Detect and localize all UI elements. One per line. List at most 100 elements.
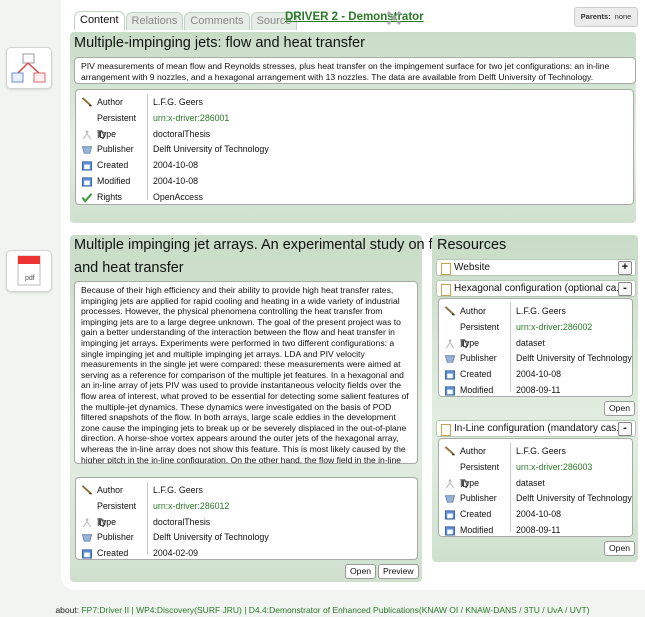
publication-2-title-line2: and heat transfer: [74, 260, 184, 276]
metadata-value: OpenAccess: [153, 191, 203, 202]
calendar-icon: [444, 510, 456, 520]
metadata-value: doctoralThesis: [153, 128, 211, 139]
metadata-key-label: Modified: [460, 385, 494, 395]
tab-relations[interactable]: Relations: [125, 12, 184, 30]
persistent-id-link[interactable]: urn:x-driver:286001: [153, 110, 229, 127]
calendar-icon: [444, 386, 456, 396]
metadata-row: Type dataset: [439, 335, 632, 352]
resource-website[interactable]: Website +: [436, 259, 636, 276]
resource-hexagonal-label: Hexagonal configuration (optional ca...: [454, 283, 625, 294]
persistent-id-link[interactable]: urn:x-driver:286002: [516, 319, 592, 336]
publication-1-abstract: PIV measurements of mean flow and Reynol…: [74, 57, 636, 84]
type-icon: [445, 338, 455, 348]
calendar-icon: [81, 161, 93, 171]
metadata-key-label: Modified: [460, 525, 494, 535]
tab-comments[interactable]: Comments: [184, 12, 250, 30]
parents-value: none: [614, 12, 632, 21]
metadata-value: 2004-10-08: [516, 509, 561, 520]
collapse-button[interactable]: -: [618, 422, 632, 436]
metadata-key-label: Created: [460, 509, 492, 520]
tab-content[interactable]: Content: [74, 11, 125, 30]
persistent-id-link[interactable]: urn:x-driver:286003: [516, 459, 592, 476]
resource-inline-open-button[interactable]: Open: [604, 541, 636, 556]
relations-diagram-icon[interactable]: [6, 47, 52, 89]
resource-hexagonal[interactable]: Hexagonal configuration (optional ca... …: [436, 280, 636, 297]
metadata-value: Delft University of Technology: [153, 532, 269, 543]
metadata-key-label: Publisher: [97, 144, 134, 155]
metadata-row: Author L.F.G. Geers: [439, 303, 632, 320]
type-icon: [82, 129, 92, 139]
pdf-icon: pdf: [17, 255, 41, 286]
type-icon: [445, 478, 455, 488]
metadata-row: Modified 2004-10-08: [76, 173, 633, 190]
resource-inline-metadata: Author L.F.G. Geers Persistent ID urn:x-dri…: [438, 438, 633, 537]
publisher-icon: [444, 355, 456, 364]
resource-hexagonal-open-button[interactable]: Open: [604, 401, 636, 416]
expand-button[interactable]: +: [618, 261, 632, 275]
resource-inline-label: In-Line configuration (mandatory cas...: [454, 423, 625, 434]
metadata-row: Created 2004-10-08: [439, 506, 632, 523]
metadata-value: Delft University of Technology: [153, 144, 269, 155]
calendar-icon: [81, 549, 93, 559]
publication-2-title-line1: Multiple impinging jet arrays. An experi…: [74, 237, 455, 253]
resource-website-label: Website: [454, 262, 490, 273]
metadata-key-label: Author: [97, 97, 123, 107]
metadata-key-label: Author: [97, 485, 123, 495]
calendar-icon: [444, 526, 456, 536]
metadata-row: Publisher Delft University of Technology: [76, 529, 417, 546]
publication-2-open-button[interactable]: Open: [345, 564, 377, 579]
metadata-key-label: Created: [460, 369, 492, 380]
pdf-document-icon[interactable]: pdf: [6, 250, 52, 292]
publisher-icon: [81, 146, 93, 155]
metadata-value: 2004-10-08: [153, 176, 198, 186]
publisher-icon: [444, 495, 456, 504]
resources-title: Resources: [437, 237, 507, 253]
metadata-key-label: Created: [97, 548, 129, 559]
metadata-value: 2008-09-11: [516, 525, 561, 535]
parents-label: Parents:: [580, 12, 611, 21]
publication-1-title: Multiple-impinging jets: flow and heat t…: [74, 35, 365, 51]
metadata-row: Created 2004-10-08: [76, 157, 633, 174]
metadata-row: Author L.F.G. Geers: [439, 443, 632, 460]
pen-icon: [81, 485, 93, 495]
footer-prefix: about:: [55, 605, 80, 615]
calendar-icon: [81, 177, 93, 187]
type-icon: [82, 517, 92, 527]
metadata-row: Type doctoralThesis: [76, 126, 633, 143]
metadata-key-label: Author: [460, 306, 486, 316]
collapse-button[interactable]: -: [618, 282, 632, 296]
metadata-row: Modified 2008-09-11: [439, 522, 632, 539]
pen-icon: [444, 306, 456, 316]
calendar-icon: [444, 370, 456, 380]
resource-inline[interactable]: In-Line configuration (mandatory cas... …: [436, 420, 636, 437]
footer: about: FP7:Driver II | WP4:Discovery(SUR…: [0, 605, 645, 615]
pen-icon: [81, 97, 93, 107]
metadata-value: 2004-10-08: [516, 369, 561, 380]
pen-icon: [444, 446, 456, 456]
network-icon[interactable]: [386, 10, 402, 26]
footer-link[interactable]: FP7:Driver II | WP4:Discovery(SURF JRU) …: [81, 605, 589, 615]
metadata-row: Type dataset: [439, 475, 632, 492]
metadata-value: Delft University of Technology: [516, 493, 632, 504]
metadata-key-label: Type: [97, 128, 117, 139]
metadata-row: Created 2004-10-08: [439, 366, 632, 383]
publication-2-preview-button[interactable]: Preview: [378, 564, 419, 579]
metadata-value: 2008-09-11: [516, 385, 561, 395]
metadata-row: Created 2004-02-09: [76, 545, 417, 562]
parents-badge: Parents: none: [574, 7, 638, 27]
metadata-key-label: Created: [97, 160, 129, 171]
pdf-label: pdf: [25, 275, 35, 282]
hierarchy-icon: [11, 53, 46, 83]
tab-bar: Content Relations Comments Source: [74, 11, 298, 30]
metadata-row: Publisher Delft University of Technology: [76, 141, 633, 158]
metadata-value: dataset: [516, 477, 545, 488]
metadata-row: Author L.F.G. Geers: [76, 482, 417, 499]
metadata-key-label: Type: [460, 337, 480, 348]
metadata-row: Persistent ID urn:x-driver:286012: [76, 498, 417, 528]
publication-2-metadata: Author L.F.G. Geers Persistent ID urn:x-dri…: [75, 477, 418, 560]
demonstrator-link[interactable]: DRIVER 2 - Demonstrator: [285, 11, 424, 23]
metadata-key-label: Type: [460, 477, 480, 488]
metadata-value: L.F.G. Geers: [153, 97, 203, 107]
persistent-id-link[interactable]: urn:x-driver:286012: [153, 498, 229, 515]
metadata-row: Modified 2008-09-11: [439, 382, 632, 399]
